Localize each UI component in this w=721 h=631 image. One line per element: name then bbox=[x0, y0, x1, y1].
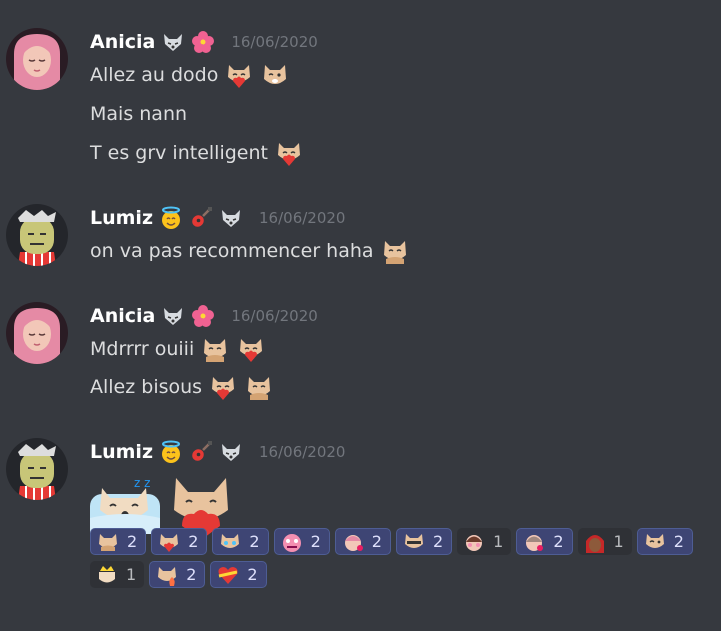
cat-heart-emote-icon bbox=[274, 139, 304, 167]
reaction-button[interactable]: 1 bbox=[90, 561, 145, 588]
cat-hug-emote-icon bbox=[380, 237, 410, 265]
reaction-button[interactable]: 2 bbox=[210, 561, 267, 588]
message-text: Allez bisous bbox=[90, 376, 203, 398]
reaction-count: 2 bbox=[188, 532, 199, 551]
reaction-button[interactable]: 2 bbox=[334, 528, 391, 555]
reaction-count: 2 bbox=[673, 532, 684, 551]
reaction-button[interactable]: 2 bbox=[90, 528, 147, 555]
timestamp: 16/06/2020 bbox=[231, 307, 318, 325]
reaction-count: 2 bbox=[186, 565, 197, 584]
message-group: Anicia 16/06/2020 Mdrrrr ouiii Allez bis… bbox=[0, 302, 721, 412]
reaction-button[interactable]: 2 bbox=[273, 528, 330, 555]
message-line: on va pas recommencer haha bbox=[90, 236, 410, 266]
girl-kiss-emote-icon bbox=[342, 531, 364, 553]
guitar-badge-icon bbox=[189, 206, 213, 230]
message-text: Mais nann bbox=[90, 103, 188, 125]
message-header: Anicia 16/06/2020 bbox=[90, 302, 318, 330]
message-line: Mais nann bbox=[90, 99, 187, 129]
message-line: Mdrrrr ouiii bbox=[90, 334, 266, 364]
cat-shades-emote-icon bbox=[403, 531, 425, 553]
girl-love-emote-icon bbox=[523, 531, 545, 553]
cat-heart-emote-icon bbox=[208, 373, 238, 401]
reaction-count: 1 bbox=[613, 532, 624, 551]
avatar-lumiz[interactable] bbox=[6, 438, 68, 500]
reaction-count: 2 bbox=[249, 532, 260, 551]
message-line: Allez au dodo bbox=[90, 60, 290, 90]
reaction-button[interactable]: 1 bbox=[457, 528, 512, 555]
cat-wink-emote-icon bbox=[644, 531, 666, 553]
cat-hug-emote-icon bbox=[200, 335, 230, 363]
wolf-badge-icon bbox=[219, 206, 243, 230]
timestamp: 16/06/2020 bbox=[231, 33, 318, 51]
halo-smile-badge-icon bbox=[159, 206, 183, 230]
chat-log: Anicia 16/06/2020 Allez au dodo Mais nan… bbox=[0, 0, 721, 631]
girl-shy-emote-icon bbox=[463, 531, 485, 553]
guitar-badge-icon bbox=[189, 440, 213, 464]
hibiscus-badge-icon bbox=[191, 304, 215, 328]
cat-hug-emote-icon bbox=[244, 373, 274, 401]
reaction-button[interactable]: 2 bbox=[516, 528, 573, 555]
username[interactable]: Anicia bbox=[90, 305, 155, 327]
avatar-lumiz[interactable] bbox=[6, 204, 68, 266]
cat-cry-emote-icon bbox=[219, 531, 241, 553]
message-text: T es grv intelligent bbox=[90, 142, 268, 164]
message-group: Lumiz 16/06/2020 on va pas recommencer h… bbox=[0, 204, 721, 274]
wolf-badge-icon bbox=[161, 304, 185, 328]
reaction-count: 2 bbox=[310, 532, 321, 551]
wolf-badge-icon bbox=[161, 30, 185, 54]
cat-heart-emote-icon bbox=[224, 61, 254, 89]
red-hair-girl-emote-icon bbox=[584, 531, 606, 553]
reaction-count: 2 bbox=[371, 532, 382, 551]
reaction-button[interactable]: 2 bbox=[636, 528, 693, 555]
username[interactable]: Lumiz bbox=[90, 207, 153, 229]
message-header: Lumiz 16/06/2020 bbox=[90, 438, 345, 466]
message-text: Allez au dodo bbox=[90, 64, 219, 86]
message-line: Allez bisous bbox=[90, 372, 274, 402]
reaction-count: 2 bbox=[247, 565, 258, 584]
cat-heart-emote-icon bbox=[236, 335, 266, 363]
timestamp: 16/06/2020 bbox=[259, 443, 346, 461]
reaction-count: 1 bbox=[126, 565, 137, 584]
reaction-count: 2 bbox=[127, 532, 138, 551]
timestamp: 16/06/2020 bbox=[259, 209, 346, 227]
avatar-anicia[interactable] bbox=[6, 28, 68, 90]
username[interactable]: Anicia bbox=[90, 31, 155, 53]
reaction-bar: 2 2 2 2 2 2 1 2 1 2 1 2 2 bbox=[90, 528, 710, 588]
heart-emote-icon bbox=[217, 564, 239, 586]
wolf-badge-icon bbox=[219, 440, 243, 464]
cat-heart-emote-icon bbox=[158, 531, 180, 553]
reaction-button[interactable]: 1 bbox=[577, 528, 632, 555]
reaction-count: 1 bbox=[493, 532, 504, 551]
reaction-button[interactable]: 2 bbox=[149, 561, 206, 588]
cat-hug-emote-icon bbox=[97, 531, 119, 553]
reaction-count: 2 bbox=[432, 532, 444, 551]
cat-wink-emote-icon bbox=[260, 61, 290, 89]
avatar-anicia[interactable] bbox=[6, 302, 68, 364]
crown-cat-emote-icon bbox=[96, 564, 118, 586]
message-group: Lumiz 16/06/2020 z z 2 2 2 2 2 2 1 2 1 2… bbox=[0, 438, 721, 608]
message-header: Anicia 16/06/2020 bbox=[90, 28, 318, 56]
message-line: T es grv intelligent bbox=[90, 138, 304, 168]
message-group: Anicia 16/06/2020 Allez au dodo Mais nan… bbox=[0, 28, 721, 178]
message-text: Mdrrrr ouiii bbox=[90, 338, 195, 360]
halo-smile-badge-icon bbox=[159, 440, 183, 464]
cat-fire-emote-icon bbox=[156, 564, 178, 586]
pink-monster-emote-icon bbox=[281, 531, 303, 553]
reaction-count: 2 bbox=[553, 532, 564, 551]
reaction-button[interactable]: 2 bbox=[212, 528, 269, 555]
reaction-button[interactable]: 2 bbox=[395, 528, 453, 555]
svg-text:z z: z z bbox=[134, 476, 150, 490]
message-header: Lumiz 16/06/2020 bbox=[90, 204, 345, 232]
hibiscus-badge-icon bbox=[191, 30, 215, 54]
message-text: on va pas recommencer haha bbox=[90, 240, 374, 262]
username[interactable]: Lumiz bbox=[90, 441, 153, 463]
reaction-button[interactable]: 2 bbox=[151, 528, 208, 555]
